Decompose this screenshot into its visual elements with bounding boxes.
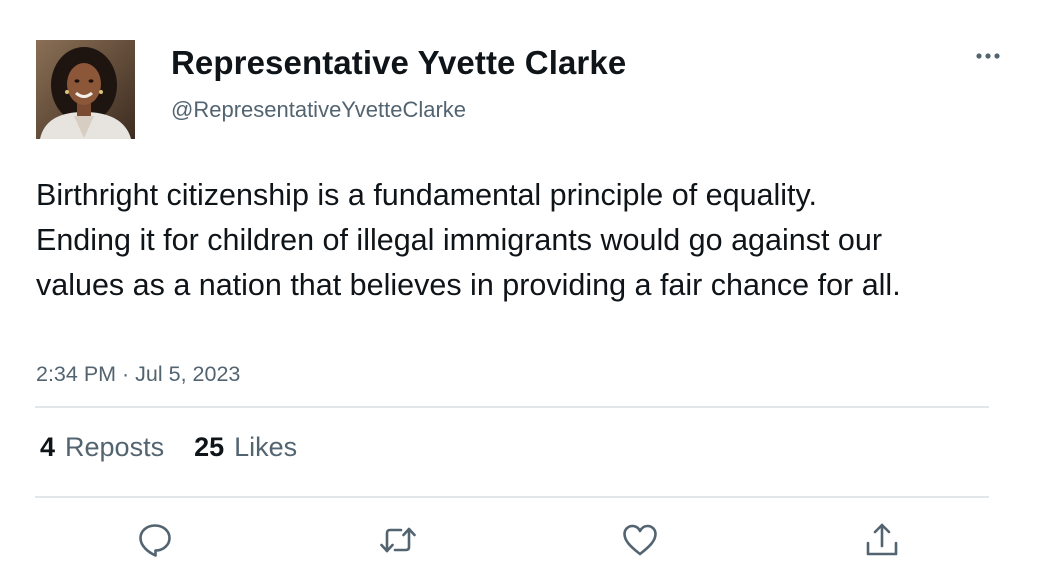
reposts-label: Reposts xyxy=(65,432,165,462)
tweet-timestamp[interactable]: 2:34 PM · Jul 5, 2023 xyxy=(36,362,240,387)
repost-arrows-icon xyxy=(380,527,416,553)
reposts-stat[interactable]: 4 Reposts xyxy=(40,432,164,463)
speech-bubble-icon xyxy=(139,524,171,557)
divider-top xyxy=(35,406,989,408)
repost-button[interactable] xyxy=(378,520,418,560)
engagement-stats: 4 Reposts 25 Likes xyxy=(40,432,297,463)
avatar[interactable] xyxy=(36,40,135,139)
divider-bottom xyxy=(35,496,989,498)
likes-stat[interactable]: 25 Likes xyxy=(194,432,297,463)
share-upload-icon xyxy=(866,523,898,556)
likes-count: 25 xyxy=(194,432,225,462)
avatar-image xyxy=(36,40,135,139)
more-options-button[interactable] xyxy=(968,44,1008,68)
reposts-count: 4 xyxy=(40,432,56,462)
more-horizontal-icon xyxy=(976,53,1000,59)
author-display-name[interactable]: Representative Yvette Clarke xyxy=(171,44,626,82)
reply-button[interactable] xyxy=(135,520,175,560)
share-button[interactable] xyxy=(862,520,902,560)
author-handle[interactable]: @RepresentativeYvetteClarke xyxy=(171,97,466,123)
likes-label: Likes xyxy=(234,432,298,462)
tweet-text: Birthright citizenship is a fundamental … xyxy=(36,178,901,302)
like-button[interactable] xyxy=(620,520,660,560)
heart-icon xyxy=(623,524,657,556)
